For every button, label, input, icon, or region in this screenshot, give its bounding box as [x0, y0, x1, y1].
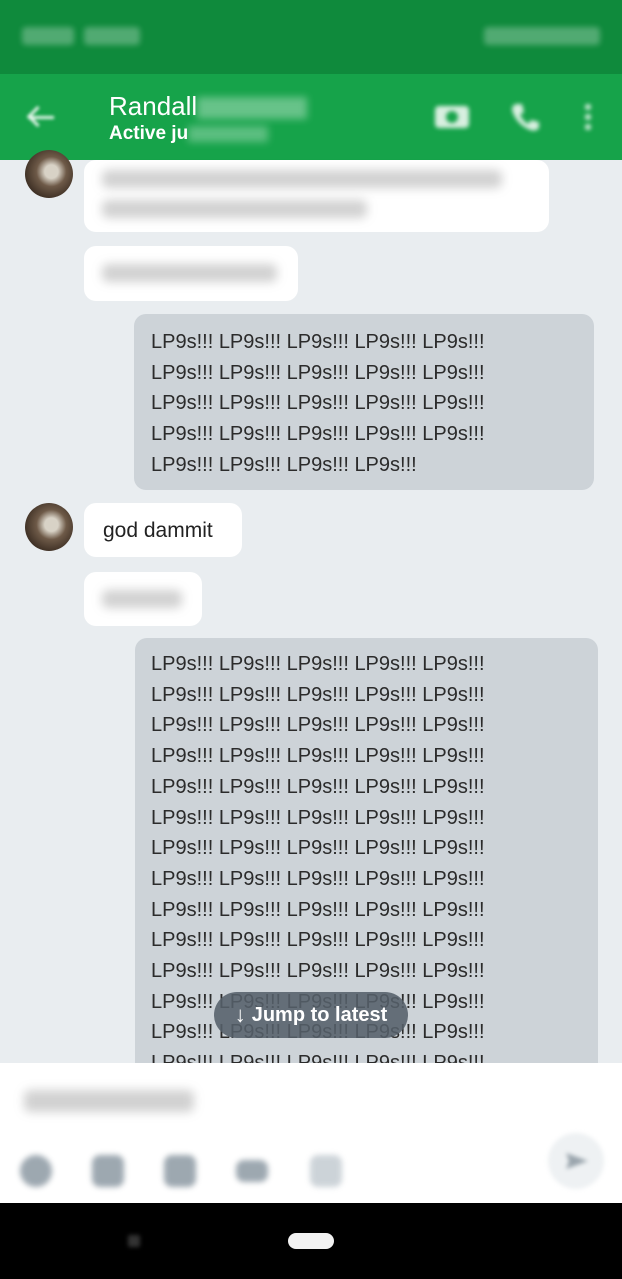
outgoing-message[interactable]: LP9s!!! LP9s!!! LP9s!!! LP9s!!! LP9s!!! …: [134, 314, 594, 490]
incoming-message-blurred[interactable]: [84, 572, 202, 626]
jump-to-latest-label: Jump to latest: [251, 1003, 388, 1026]
status-notification-icons: [84, 27, 140, 45]
status-clock: [22, 27, 74, 45]
camera-icon[interactable]: [164, 1155, 196, 1187]
blurred-text: [102, 170, 502, 188]
gallery-icon[interactable]: [92, 1155, 124, 1187]
blurred-text: [102, 590, 182, 608]
send-button[interactable]: [548, 1133, 604, 1189]
video-call-icon[interactable]: [433, 100, 471, 132]
phone-icon[interactable]: [508, 100, 542, 134]
incoming-message-blurred[interactable]: [84, 160, 549, 232]
jump-to-latest-button[interactable]: ↓ Jump to latest: [214, 992, 408, 1038]
blurred-text: [102, 200, 367, 218]
contact-name-blurred: [197, 97, 308, 120]
contact-name[interactable]: Randall: [109, 91, 308, 121]
incoming-message-blurred[interactable]: [84, 246, 298, 301]
back-arrow-icon[interactable]: [28, 104, 58, 130]
blurred-text: [102, 264, 277, 282]
emoji-icon[interactable]: [20, 1155, 52, 1187]
contact-avatar[interactable]: [25, 150, 73, 198]
message-text: god dammit: [103, 519, 213, 542]
arrow-down-icon: ↓: [234, 1002, 246, 1027]
contact-status-text: Active ju: [109, 123, 189, 144]
status-bar: [0, 0, 622, 74]
video-icon[interactable]: [236, 1160, 268, 1182]
more-options-icon[interactable]: [582, 102, 594, 132]
contact-status-blurred: [188, 125, 269, 142]
nav-home-pill[interactable]: [288, 1233, 334, 1249]
message-input[interactable]: [24, 1090, 194, 1112]
nav-back-icon[interactable]: [128, 1235, 140, 1247]
contact-name-text: Randall: [109, 91, 198, 121]
send-icon: [566, 1153, 588, 1169]
contact-status: Active ju: [109, 122, 269, 146]
status-system-icons: [484, 27, 600, 45]
message-text: LP9s!!! LP9s!!! LP9s!!! LP9s!!! LP9s!!! …: [151, 331, 485, 476]
contact-avatar[interactable]: [25, 503, 73, 551]
incoming-message[interactable]: god dammit: [84, 503, 242, 557]
gif-icon[interactable]: [310, 1155, 342, 1187]
